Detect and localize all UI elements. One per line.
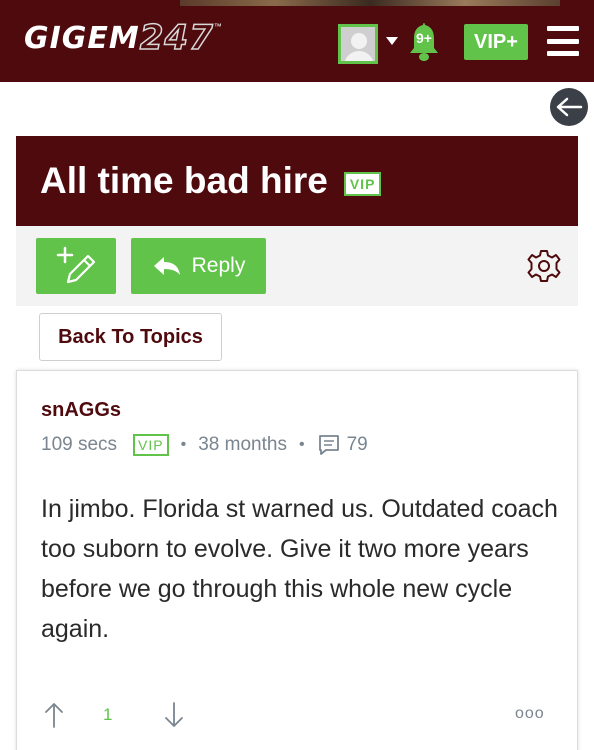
post-meta: 109 secs VIP • 38 months • 79 bbox=[41, 431, 368, 459]
more-options-button[interactable]: ooo bbox=[515, 705, 545, 723]
reply-button[interactable]: Reply bbox=[131, 238, 266, 294]
hamburger-line bbox=[547, 38, 579, 44]
arrow-left-icon bbox=[556, 97, 583, 117]
chevron-down-icon[interactable] bbox=[386, 37, 398, 45]
back-to-topics-button[interactable]: Back To Topics bbox=[39, 313, 222, 361]
thread-toolbar: Reply bbox=[16, 226, 578, 306]
back-button[interactable] bbox=[550, 88, 588, 126]
hamburger-line bbox=[547, 26, 579, 31]
post-author[interactable]: snAGGs bbox=[41, 399, 121, 422]
meta-separator: • bbox=[298, 436, 305, 453]
post-card: snAGGs 109 secs VIP • 38 months • 79 In … bbox=[16, 370, 578, 750]
member-since: 38 months bbox=[198, 434, 287, 455]
post-time[interactable]: 109 secs bbox=[41, 434, 117, 456]
header-photo-strip bbox=[180, 0, 560, 6]
notification-count: 9+ bbox=[416, 30, 432, 46]
vip-badge: VIP bbox=[133, 434, 169, 456]
user-avatar[interactable] bbox=[338, 24, 378, 64]
hamburger-icon[interactable] bbox=[547, 26, 579, 56]
logo-number: 247 bbox=[139, 17, 214, 59]
hamburger-line bbox=[547, 51, 579, 56]
pencil-plus-icon bbox=[56, 246, 96, 284]
gear-icon[interactable] bbox=[526, 248, 562, 284]
meta-separator: • bbox=[180, 436, 187, 453]
site-logo[interactable]: GIGEM 247 ™ bbox=[24, 17, 222, 59]
vip-plus-button[interactable]: VIP+ bbox=[464, 24, 528, 60]
new-post-button[interactable] bbox=[36, 238, 116, 294]
logo-text: GIGEM bbox=[24, 20, 140, 56]
reply-label: Reply bbox=[191, 254, 246, 277]
site-header: GIGEM 247 ™ 9+ VIP+ bbox=[0, 0, 594, 82]
thread-title-bar: All time bad hire VIP bbox=[16, 136, 578, 226]
vote-score: 1 bbox=[103, 705, 113, 724]
avatar-icon-body bbox=[344, 51, 374, 61]
thread-title: All time bad hire bbox=[40, 160, 328, 201]
logo-trademark: ™ bbox=[213, 22, 222, 31]
post-count[interactable]: 79 bbox=[347, 434, 368, 456]
arrow-up-icon[interactable] bbox=[43, 701, 65, 729]
reply-icon bbox=[153, 257, 180, 275]
avatar-icon-head bbox=[351, 33, 367, 49]
post-body: In jimbo. Florida st warned us. Outdated… bbox=[41, 495, 558, 643]
arrow-down-icon[interactable] bbox=[163, 701, 185, 729]
comment-icon bbox=[317, 433, 341, 457]
vip-badge: VIP bbox=[343, 172, 382, 196]
